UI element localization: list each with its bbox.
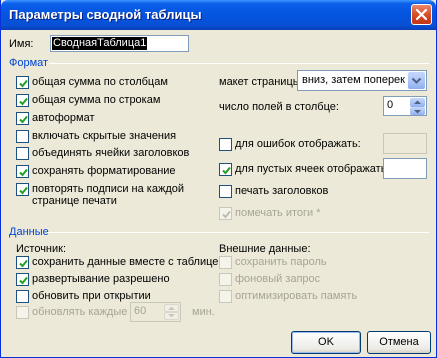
- spin-up-icon[interactable]: [410, 98, 425, 107]
- checkmark-icon: [222, 210, 231, 219]
- grand-total-columns-checkbox[interactable]: [16, 76, 29, 89]
- dropdown-arrow-icon[interactable]: [408, 72, 425, 89]
- title-bar: Параметры сводной таблицы: [1, 0, 436, 30]
- checkmark-icon: [19, 259, 28, 268]
- autoformat-checkbox[interactable]: [16, 112, 29, 125]
- error-values-label: для ошибок отображать:: [235, 138, 361, 150]
- checkmark-icon: [222, 166, 231, 175]
- merge-labels-checkbox[interactable]: [16, 147, 29, 160]
- pivot-options-dialog: Параметры сводной таблицы Имя: СводнаяТа…: [0, 0, 437, 358]
- print-titles-checkbox[interactable]: [219, 185, 232, 198]
- close-button[interactable]: [411, 4, 432, 25]
- repeat-labels-label-line2: странице печати: [32, 195, 117, 207]
- save-data-label: сохранить данные вместе с таблицей: [32, 256, 225, 268]
- enable-drilldown-checkbox[interactable]: [16, 273, 29, 286]
- data-section-title: Данные: [9, 226, 49, 238]
- spin-up-icon[interactable]: [164, 304, 179, 312]
- ok-button[interactable]: OK: [291, 331, 361, 354]
- window-title: Параметры сводной таблицы: [9, 7, 202, 22]
- checkmark-icon: [19, 168, 28, 177]
- refresh-every-checkbox[interactable]: [16, 306, 29, 319]
- refresh-every-label: обновлять каждые: [32, 306, 128, 318]
- mark-totals-label: помечать итоги *: [235, 207, 321, 219]
- external-data-label: Внешние данные:: [219, 243, 311, 255]
- include-hidden-checkbox[interactable]: [16, 130, 29, 143]
- preserve-formatting-checkbox[interactable]: [16, 165, 29, 178]
- spin-down-icon[interactable]: [410, 107, 425, 115]
- name-input-value: СводнаяТаблица1: [52, 37, 148, 50]
- refresh-on-open-checkbox[interactable]: [16, 290, 29, 303]
- fields-per-column-input[interactable]: 0: [383, 96, 427, 116]
- mark-totals-checkbox[interactable]: [219, 207, 232, 220]
- format-section-title: Формат: [9, 57, 49, 69]
- save-password-label: сохранить пароль: [235, 256, 327, 268]
- source-label: Источник:: [16, 243, 67, 255]
- checkmark-icon: [19, 79, 28, 88]
- optimize-memory-label: оптимизировать память: [235, 290, 358, 302]
- error-values-checkbox[interactable]: [219, 138, 232, 151]
- refresh-minutes-value: 60: [134, 305, 147, 317]
- format-separator: [49, 63, 429, 64]
- refresh-minutes-spinner[interactable]: [164, 304, 179, 320]
- merge-labels-label: объединять ячейки заголовков: [32, 147, 190, 159]
- checkmark-icon: [19, 97, 28, 106]
- print-titles-label: печать заголовков: [235, 185, 329, 197]
- error-values-input[interactable]: [383, 133, 427, 154]
- checkmark-icon: [19, 186, 28, 195]
- repeat-labels-checkbox[interactable]: [16, 183, 29, 196]
- name-label: Имя:: [9, 38, 34, 50]
- grand-total-rows-label: общая сумма по строкам: [32, 94, 161, 106]
- save-data-checkbox[interactable]: [16, 256, 29, 269]
- grand-total-columns-label: общая сумма по столбцам: [32, 76, 168, 88]
- fields-per-column-label: число полей в столбце:: [219, 101, 339, 113]
- checkmark-icon: [19, 276, 28, 285]
- repeat-labels-label: повторять подписи на каждой: [32, 183, 184, 195]
- name-input[interactable]: СводнаяТаблица1: [50, 35, 189, 52]
- page-layout-value: вниз, затем поперек: [302, 74, 405, 86]
- background-query-checkbox[interactable]: [219, 273, 232, 286]
- save-password-checkbox[interactable]: [219, 256, 232, 269]
- autoformat-label: автоформат: [32, 112, 95, 124]
- empty-cells-checkbox[interactable]: [219, 163, 232, 176]
- cancel-button[interactable]: Отмена: [367, 331, 431, 354]
- grand-total-rows-checkbox[interactable]: [16, 94, 29, 107]
- spin-down-icon[interactable]: [164, 312, 179, 320]
- fields-per-column-spinner[interactable]: [410, 98, 425, 115]
- refresh-minutes-input[interactable]: 60: [130, 302, 181, 322]
- optimize-memory-checkbox[interactable]: [219, 290, 232, 303]
- refresh-unit-label: мин.: [192, 306, 215, 318]
- background-query-label: фоновый запрос: [235, 273, 321, 285]
- page-layout-select[interactable]: вниз, затем поперек: [297, 70, 427, 91]
- empty-cells-input[interactable]: [383, 158, 427, 179]
- data-separator: [47, 232, 429, 233]
- include-hidden-label: включать скрытые значения: [32, 130, 177, 142]
- checkmark-icon: [19, 115, 28, 124]
- preserve-formatting-label: сохранять форматирование: [32, 165, 176, 177]
- enable-drilldown-label: развертывание разрешено: [32, 273, 170, 285]
- page-layout-label: макет страницы:: [219, 76, 304, 88]
- refresh-on-open-label: обновить при открытии: [32, 290, 151, 302]
- empty-cells-label: для пустых ячеек отображать:: [235, 163, 390, 175]
- close-icon: [416, 9, 427, 20]
- fields-per-column-value: 0: [387, 99, 394, 111]
